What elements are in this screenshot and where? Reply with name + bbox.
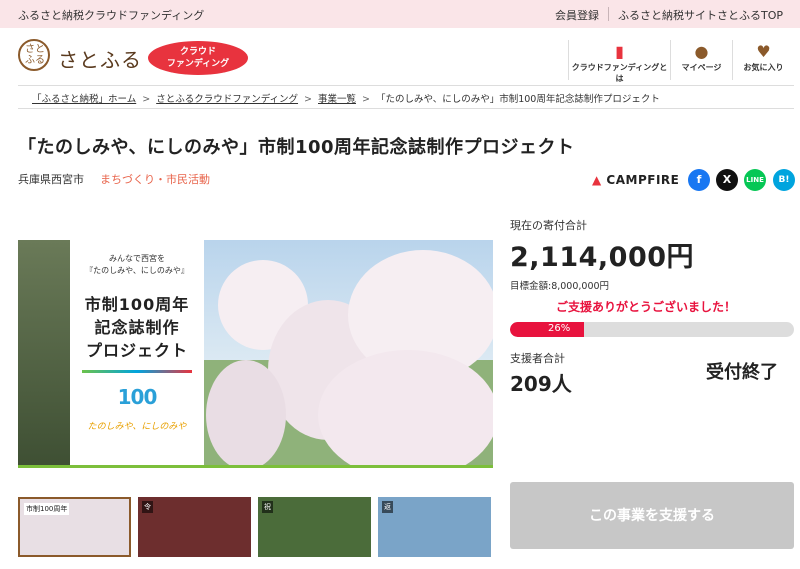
thumbnail-label: 令 xyxy=(142,501,153,513)
breadcrumb-project-list[interactable]: 事業一覧 xyxy=(318,94,356,105)
thumbnail-label: 返 xyxy=(382,501,393,513)
breadcrumb-current: 「たのしみや、にしのみや」市制100周年記念誌制作プロジェクト xyxy=(375,94,660,105)
x-share-icon[interactable]: X xyxy=(716,169,738,191)
poster-intro: みんなで西宮を 『たのしみや、にしのみや』 xyxy=(85,254,189,275)
satofull-top-link[interactable]: ふるさと納税サイトさとふるTOP xyxy=(609,7,792,23)
poster-headline-line1: 市制100周年 xyxy=(84,295,190,314)
logo-mark[interactable]: さと ふる xyxy=(18,39,50,71)
nav-about-crowdfunding[interactable]: ▮ クラウドファンディングとは xyxy=(568,40,670,83)
breadcrumb-crowdfunding[interactable]: さとふるクラウドファンディング xyxy=(156,94,298,105)
nav-favorites[interactable]: ♥ お気に入り xyxy=(732,40,794,80)
thumbnail-1[interactable]: 市制100周年 xyxy=(18,497,131,557)
person-icon: ● xyxy=(694,42,709,61)
progress-percent: 26% xyxy=(548,323,571,334)
nav-label: クラウドファンディングとは xyxy=(571,63,668,83)
line-share-icon[interactable]: LINE xyxy=(744,169,766,191)
category-tag[interactable]: まちづくり・市民活動 xyxy=(100,171,210,187)
support-button[interactable]: この事業を支援する xyxy=(510,482,794,549)
status-closed: 受付終了 xyxy=(706,362,778,383)
progress-bar: 26% xyxy=(510,322,794,337)
main-project-image[interactable]: みんなで西宮を 『たのしみや、にしのみや』 市制100周年 記念誌制作 プロジェ… xyxy=(18,240,493,468)
poster-headline-line2: 記念誌制作 xyxy=(94,318,180,337)
site-header: さと ふる さとふる クラウド ファンディング ▮ クラウドファンディングとは … xyxy=(0,28,800,85)
nav-label: お気に入り xyxy=(743,63,784,72)
header-nav: ▮ クラウドファンディングとは ● マイページ ♥ お気に入り xyxy=(568,40,794,83)
platform-name: CAMPFIRE xyxy=(606,173,680,187)
badge-line2: ファンディング xyxy=(166,59,230,69)
supporters-count: 209人 xyxy=(510,372,572,396)
thumbnail-label: 祝 xyxy=(262,501,273,513)
breadcrumb-home[interactable]: 「ふるさと納税」ホーム xyxy=(32,94,136,105)
poster-headline: 市制100周年 記念誌制作 プロジェクト xyxy=(70,293,204,362)
nav-mypage[interactable]: ● マイページ xyxy=(670,40,732,80)
flame-icon: ▲ xyxy=(592,173,602,187)
thumbnail-3[interactable]: 祝 xyxy=(258,497,371,557)
thumbnail-label: 市制100周年 xyxy=(24,503,70,515)
cherry-blossom xyxy=(206,360,286,468)
campfire-logo[interactable]: ▲ CAMPFIRE xyxy=(592,173,679,187)
cherry-blossom xyxy=(318,350,493,468)
image-bottom-bar xyxy=(18,465,493,468)
top-links: 会員登録 ふるさと納税サイトさとふるTOP xyxy=(546,7,792,23)
logo-mark-text: さと ふる xyxy=(25,44,45,66)
breadcrumb-separator: > xyxy=(142,94,151,105)
goal-amount: 目標金額:8,000,000円 xyxy=(510,281,610,292)
centennial-emblem: 100 xyxy=(117,385,158,409)
crowdfunding-badge[interactable]: クラウド ファンディング xyxy=(148,41,248,75)
supporters-label: 支援者合計 xyxy=(510,352,565,365)
register-link[interactable]: 会員登録 xyxy=(546,7,608,23)
hatena-bookmark-icon[interactable]: B! xyxy=(773,169,795,191)
project-poster: みんなで西宮を 『たのしみや、にしのみや』 市制100周年 記念誌制作 プロジェ… xyxy=(70,240,204,468)
heart-icon: ♥ xyxy=(756,42,771,61)
region-label: 兵庫県西宮市 xyxy=(18,173,84,186)
book-icon: ▮ xyxy=(615,42,624,61)
total-label: 現在の寄付合計 xyxy=(510,219,587,232)
poster-script: たのしみや、にしのみや xyxy=(87,422,187,432)
page-title: 「たのしみや、にしのみや」市制100周年記念誌制作プロジェクト xyxy=(18,137,575,158)
facebook-share-icon[interactable]: f xyxy=(688,169,710,191)
nav-label: マイページ xyxy=(681,63,722,72)
progress-fill xyxy=(510,322,584,337)
breadcrumb-separator: > xyxy=(304,94,312,105)
site-name[interactable]: ふるさと納税クラウドファンディング xyxy=(18,7,204,23)
thanks-message: ご支援ありがとうございました！ xyxy=(556,300,737,314)
trees-left xyxy=(18,240,70,468)
top-bar: ふるさと納税クラウドファンディング 会員登録 ふるさと納税サイトさとふるTOP xyxy=(0,0,800,28)
color-stripe xyxy=(82,370,192,373)
breadcrumb-separator: > xyxy=(362,94,370,105)
logo-text[interactable]: さとふる xyxy=(58,44,142,73)
breadcrumb: 「ふるさと納税」ホーム > さとふるクラウドファンディング > 事業一覧 > 「たのしみや、… xyxy=(18,85,794,109)
thumbnail-2[interactable]: 令 xyxy=(138,497,251,557)
poster-headline-line3: プロジェクト xyxy=(85,341,188,360)
total-amount: 2,114,000円 xyxy=(510,242,695,273)
badge-line1: クラウド xyxy=(179,47,216,57)
funding-stats: 現在の寄付合計 2,114,000円 目標金額:8,000,000円 xyxy=(510,217,794,292)
thumbnail-4[interactable]: 返 xyxy=(378,497,491,557)
